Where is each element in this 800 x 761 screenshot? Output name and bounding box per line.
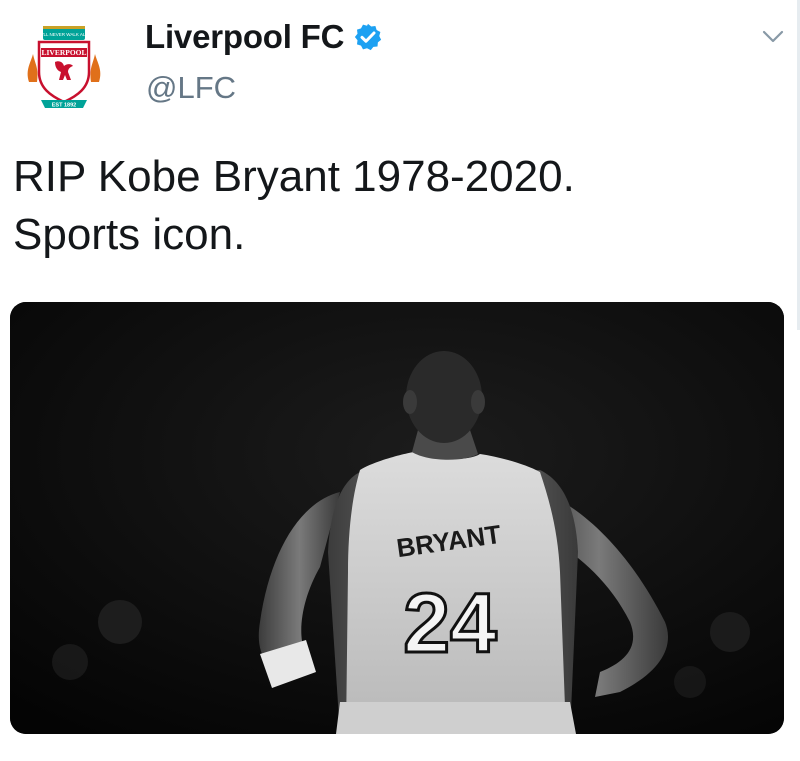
avatar[interactable]: YOU'LL NEVER WALK ALONE LIVERPOOL EST 18… (12, 15, 116, 119)
liverpool-crest-icon: YOU'LL NEVER WALK ALONE LIVERPOOL EST 18… (27, 26, 101, 109)
verified-badge-icon (355, 23, 382, 51)
display-name[interactable]: Liverpool FC (145, 18, 344, 56)
user-handle[interactable]: @LFC (146, 70, 236, 106)
author-name-row: Liverpool FC (145, 18, 383, 56)
tweet-text: RIP Kobe Bryant 1978-2020. Sports icon. (13, 148, 783, 264)
crest-name: LIVERPOOL (41, 48, 86, 57)
tweet-text-line: RIP Kobe Bryant 1978-2020. (13, 152, 575, 201)
tweet-card: YOU'LL NEVER WALK ALONE LIVERPOOL EST 18… (0, 0, 800, 761)
tweet-photo[interactable]: BRYANT 24 (10, 302, 784, 734)
tweet-text-line: Sports icon. (13, 210, 246, 259)
jersey-number: 24 (403, 576, 497, 670)
kobe-bryant-photo: BRYANT 24 (10, 302, 784, 734)
chevron-down-icon[interactable] (760, 27, 786, 47)
crest-est: EST 1892 (52, 103, 76, 109)
crest-motto: YOU'LL NEVER WALK ALONE (33, 32, 95, 37)
